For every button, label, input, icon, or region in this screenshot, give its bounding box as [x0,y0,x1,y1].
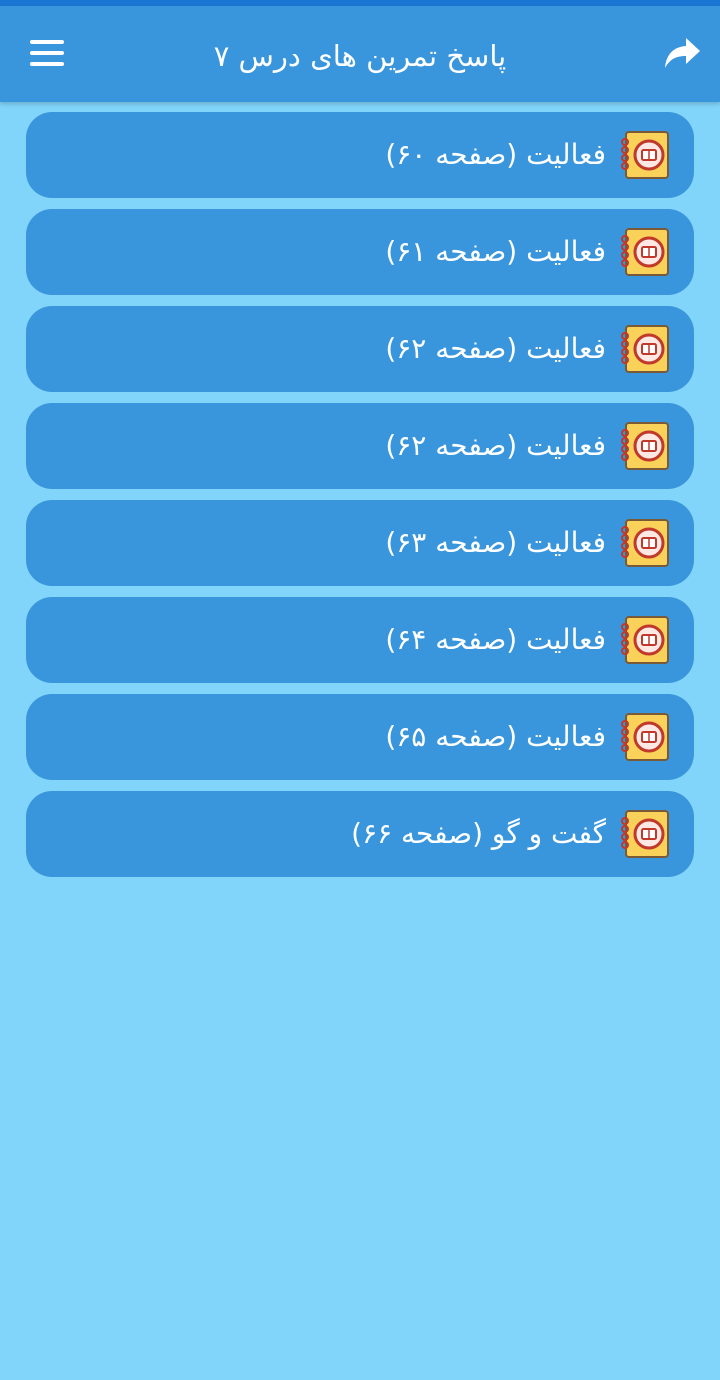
page-title: پاسخ تمرین های درس ۷ [213,39,507,73]
list-item[interactable]: فعالیت (صفحه ۶۱) [26,209,694,295]
list-item-label: فعالیت (صفحه ۶۲) [385,332,606,365]
list-item-label: فعالیت (صفحه ۶۱) [385,235,606,268]
exercise-list: فعالیت (صفحه ۶۰) فعالیت (صفحه ۶۱) فعالیت… [26,112,694,888]
app-bar: پاسخ تمرین های درس ۷ [0,6,720,102]
notebook-icon [620,129,672,181]
share-arrow-icon[interactable] [662,36,702,72]
notebook-icon [620,517,672,569]
list-item-label: فعالیت (صفحه ۶۰) [385,138,606,171]
list-item-label: فعالیت (صفحه ۶۲) [385,429,606,462]
notebook-icon [620,323,672,375]
list-item[interactable]: فعالیت (صفحه ۶۰) [26,112,694,198]
hamburger-menu-icon[interactable] [30,38,68,68]
list-item[interactable]: فعالیت (صفحه ۶۳) [26,500,694,586]
list-item-label: گفت و گو (صفحه ۶۶) [351,817,606,850]
notebook-icon [620,420,672,472]
notebook-icon [620,226,672,278]
notebook-icon [620,711,672,763]
list-item[interactable]: فعالیت (صفحه ۶۴) [26,597,694,683]
notebook-icon [620,614,672,666]
list-item[interactable]: فعالیت (صفحه ۶۵) [26,694,694,780]
list-item-label: فعالیت (صفحه ۶۵) [385,720,606,753]
notebook-icon [620,808,672,860]
list-item[interactable]: فعالیت (صفحه ۶۲) [26,306,694,392]
list-item-label: فعالیت (صفحه ۶۴) [385,623,606,656]
list-item-label: فعالیت (صفحه ۶۳) [385,526,606,559]
list-item[interactable]: گفت و گو (صفحه ۶۶) [26,791,694,877]
list-item[interactable]: فعالیت (صفحه ۶۲) [26,403,694,489]
